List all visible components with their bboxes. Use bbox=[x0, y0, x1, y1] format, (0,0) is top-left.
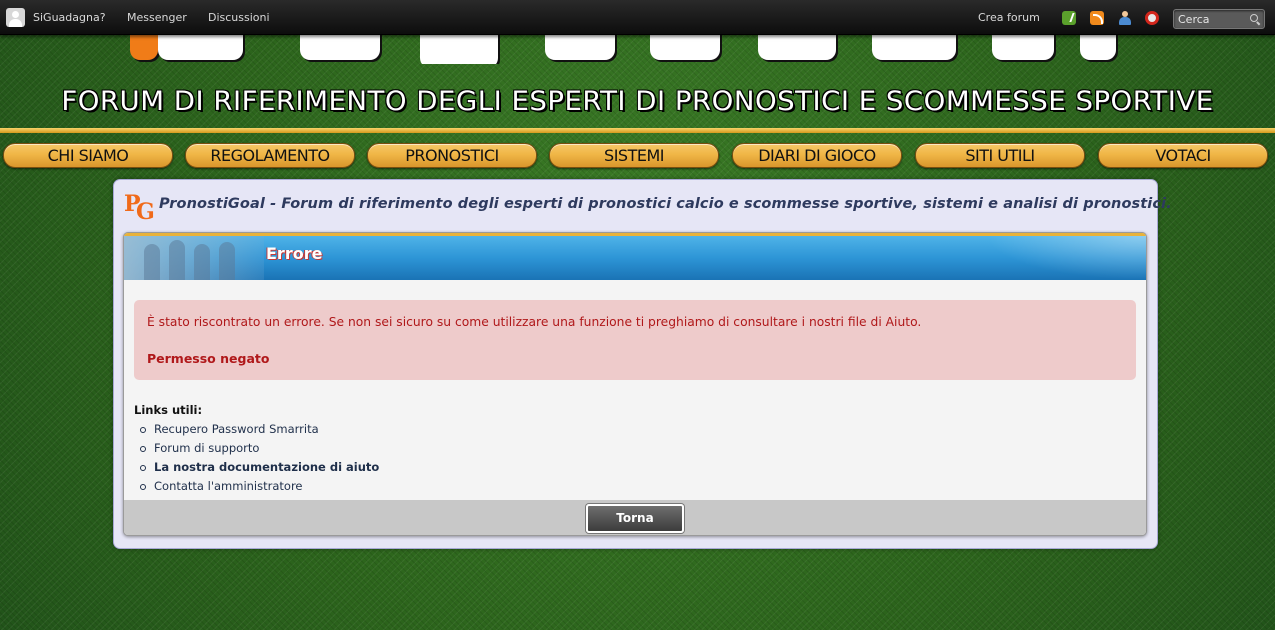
link-contact-admin[interactable]: Contatta l'amministratore bbox=[134, 477, 379, 496]
link-password-recovery[interactable]: Recupero Password Smarrita bbox=[134, 420, 379, 439]
error-container: Errore È stato riscontrato un errore. Se… bbox=[123, 232, 1147, 536]
error-detail: Permesso negato bbox=[147, 351, 270, 366]
new-posts-icon[interactable] bbox=[1062, 11, 1076, 25]
error-message-box: È stato riscontrato un errore. Se non se… bbox=[134, 300, 1136, 380]
messenger-link[interactable]: Messenger bbox=[127, 0, 187, 34]
nav-siti-utili[interactable]: SITI UTILI bbox=[915, 143, 1085, 168]
error-message: È stato riscontrato un errore. Se non se… bbox=[147, 315, 922, 329]
discussions-link[interactable]: Discussioni bbox=[208, 0, 270, 34]
nav-regolamento[interactable]: REGOLAMENTO bbox=[185, 143, 355, 168]
nav-chi-siamo[interactable]: CHI SIAMO bbox=[3, 143, 173, 168]
error-header: Errore bbox=[124, 233, 1146, 280]
site-name-link[interactable]: SiGuadagna? bbox=[33, 0, 106, 34]
link-help-documentation[interactable]: La nostra documentazione di aiuto bbox=[134, 458, 379, 477]
user-avatar-icon[interactable] bbox=[6, 8, 25, 27]
back-button[interactable]: Torna indietro bbox=[586, 504, 684, 533]
error-title: Errore bbox=[266, 244, 323, 263]
search-box[interactable] bbox=[1173, 9, 1265, 29]
site-logo[interactable] bbox=[130, 34, 1140, 64]
nav-diari-di-gioco[interactable]: DIARI DI GIOCO bbox=[732, 143, 902, 168]
nav-votaci[interactable]: VOTACI bbox=[1098, 143, 1268, 168]
top-toolbar: SiGuadagna? Messenger Discussioni Crea f… bbox=[0, 0, 1275, 35]
header-divider bbox=[0, 128, 1275, 133]
main-panel: PG PronostiGoal - Forum di riferimento d… bbox=[113, 179, 1172, 549]
link-support-forum[interactable]: Forum di supporto bbox=[134, 439, 379, 458]
useful-links-list: Recupero Password Smarrita Forum di supp… bbox=[134, 420, 379, 496]
rss-icon[interactable] bbox=[1090, 11, 1104, 25]
pg-logo-icon[interactable]: PG bbox=[124, 191, 156, 225]
search-input[interactable] bbox=[1178, 11, 1244, 27]
links-title: Links utili: bbox=[134, 403, 203, 417]
create-forum-link[interactable]: Crea forum bbox=[978, 0, 1040, 34]
search-icon[interactable] bbox=[1250, 14, 1258, 22]
user-profile-icon[interactable] bbox=[1118, 11, 1132, 25]
players-banner-image bbox=[124, 236, 264, 280]
help-lifebuoy-icon[interactable] bbox=[1145, 11, 1159, 25]
site-description: PronostiGoal - Forum di riferimento degl… bbox=[159, 196, 1172, 212]
site-tagline: FORUM DI RIFERIMENTO DEGLI ESPERTI DI PR… bbox=[61, 86, 1214, 117]
error-footer: Torna indietro bbox=[124, 500, 1146, 535]
nav-sistemi[interactable]: SISTEMI bbox=[549, 143, 719, 168]
nav-pronostici[interactable]: PRONOSTICI bbox=[367, 143, 537, 168]
